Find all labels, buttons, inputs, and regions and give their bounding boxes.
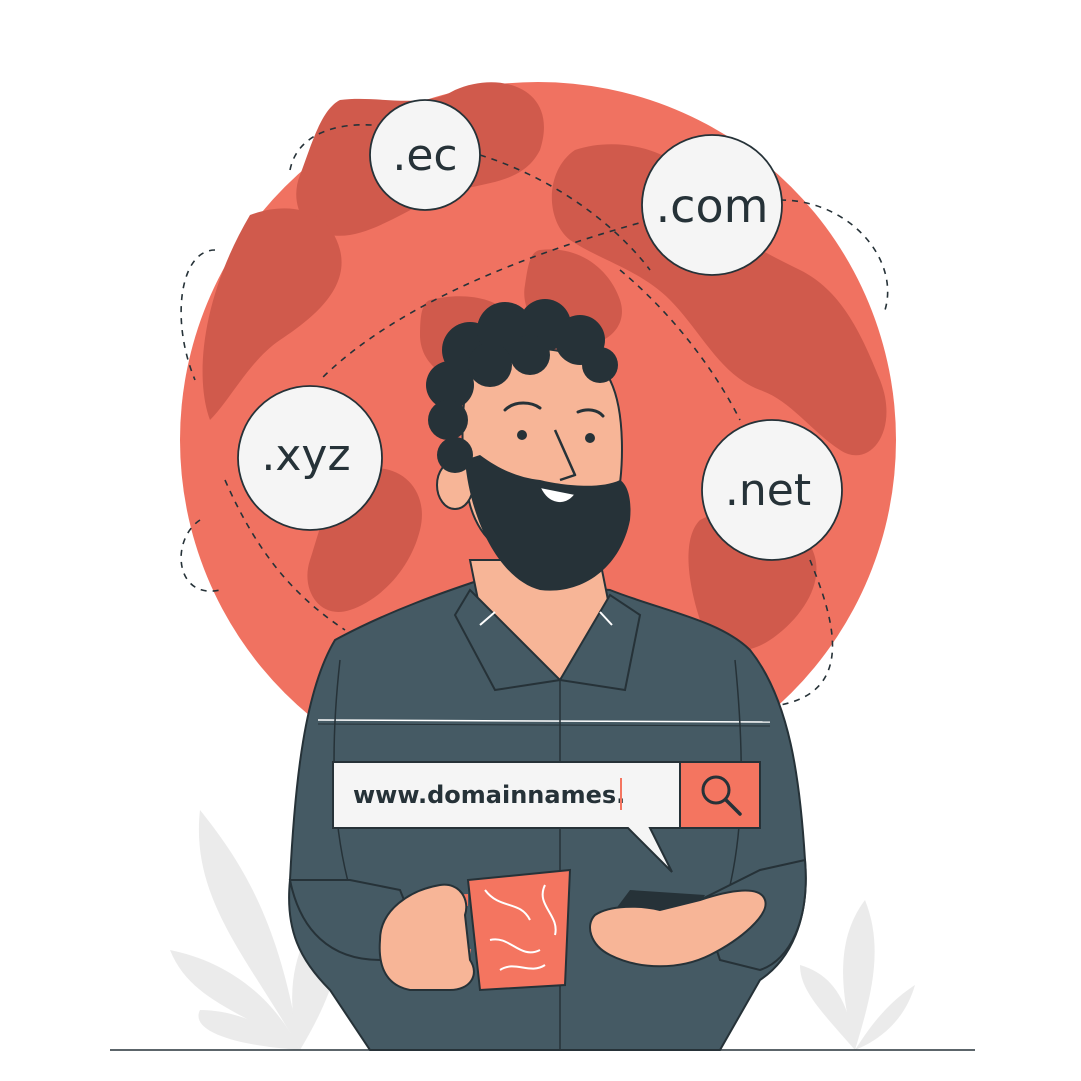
domain-label-com: .com — [656, 179, 769, 233]
bubble-ec: .ec — [369, 99, 481, 211]
bubble-xyz: .xyz — [237, 385, 383, 531]
domain-label-xyz: .xyz — [261, 430, 350, 481]
domain-label-ec: .ec — [392, 130, 457, 181]
domain-label-net: .net — [725, 465, 811, 516]
search-button[interactable] — [679, 761, 761, 829]
bubble-com: .com — [641, 134, 783, 276]
search-input[interactable]: www.domainnames. — [353, 781, 625, 809]
domain-names-illustration: .ec .com .xyz .net www.domainnames. — [110, 82, 975, 1051]
bubble-net: .net — [701, 419, 843, 561]
plant-right — [800, 900, 915, 1050]
